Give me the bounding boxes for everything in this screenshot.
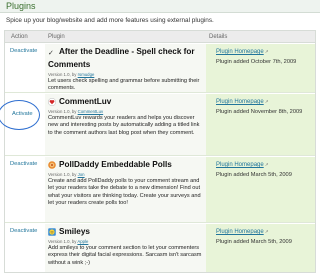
details-cell: Plugin Homepage↗ Plugin added March 5th,… [206, 157, 315, 222]
column-header-details: Details [209, 34, 228, 40]
plugin-row-smileys: Deactivate Smileys Version 1.0, by Apple… [5, 224, 315, 272]
plugin-homepage-link[interactable]: Plugin Homepage↗ [216, 99, 268, 105]
plugins-header-bar: Plugins [0, 0, 320, 13]
page-subtitle: Spice up your blog/website and add more … [6, 17, 214, 24]
deactivate-link[interactable]: Deactivate [10, 161, 37, 167]
plugin-homepage-link[interactable]: Plugin Homepage↗ [216, 162, 268, 168]
author-link[interactable]: rsmudge [78, 72, 95, 77]
details-cell: Plugin Homepage↗ Plugin added November 8… [206, 94, 315, 155]
external-link-icon: ↗ [264, 49, 269, 54]
plugin-version: Version 1.0, by rsmudge [48, 72, 95, 77]
plugin-version: Version 1.0, by Apple [48, 239, 89, 244]
plugin-row-after-the-deadline: Deactivate ✓ After the Deadline - Spell … [5, 44, 315, 93]
plugin-added-date: Plugin added November 8th, 2009 [216, 109, 303, 115]
plugin-description: Add smileys to your comment section to l… [48, 245, 202, 266]
polldaddy-icon [48, 160, 56, 169]
plugin-cell: Smileys Version 1.0, by Apple Add smiley… [45, 224, 206, 272]
external-link-icon: ↗ [264, 162, 269, 167]
plugins-table: Action Plugin Details Deactivate ✓ After… [4, 30, 316, 273]
plugin-cell: CommentLuv Version 1.0, by CommentLuv Co… [45, 94, 206, 155]
plugin-name: After the Deadline - Spell check for [59, 47, 195, 56]
plugin-homepage-link[interactable]: Plugin Homepage↗ [216, 229, 268, 235]
plugin-title-line: Smileys [48, 227, 90, 236]
author-link[interactable]: CommentLuv [78, 109, 104, 114]
deactivate-link[interactable]: Deactivate [10, 48, 37, 54]
page-title: Plugins [6, 1, 36, 11]
plugin-name: PollDaddy Embeddable Polls [59, 160, 172, 169]
action-cell: Deactivate [5, 44, 45, 92]
plugin-version: Version 1.0, by CommentLuv [48, 109, 104, 114]
smiley-icon [48, 227, 56, 236]
column-header-plugin: Plugin [48, 34, 65, 40]
heart-icon [47, 97, 57, 106]
plugin-added-date: Plugin added March 5th, 2009 [216, 239, 292, 245]
plugin-description: Let users check spelling and grammar bef… [48, 78, 200, 92]
column-header-action: Action [11, 34, 28, 40]
plugin-title-line: ✓ After the Deadline - Spell check for [48, 47, 195, 57]
spell-check-icon: ✓ [48, 48, 56, 57]
author-link[interactable]: Jon [78, 172, 85, 177]
plugin-name-continued: Comments [48, 60, 91, 69]
plugin-name: Smileys [59, 227, 90, 236]
plugin-homepage-link[interactable]: Plugin Homepage↗ [216, 49, 268, 55]
plugin-title-line: CommentLuv [47, 97, 112, 106]
plugin-version: Version 1.0, by Jon [48, 172, 85, 177]
plugin-row-polldaddy: Deactivate PollDaddy Embeddable Polls Ve… [5, 157, 315, 223]
svg-text:✓: ✓ [48, 49, 54, 56]
details-cell: Plugin Homepage↗ Plugin added March 5th,… [206, 224, 315, 272]
plugin-description: CommentLuv rewards your readers and help… [48, 115, 200, 136]
details-cell: Plugin Homepage↗ Plugin added October 7t… [206, 44, 315, 92]
plugin-row-commentluv: Activate CommentLuv Version 1.0, by Comm… [5, 94, 315, 156]
plugin-name: CommentLuv [59, 97, 112, 106]
plugin-added-date: Plugin added October 7th, 2009 [216, 59, 297, 65]
plugin-cell: ✓ After the Deadline - Spell check for C… [45, 44, 206, 92]
action-cell: Deactivate [5, 157, 45, 222]
plugin-title-line: PollDaddy Embeddable Polls [48, 160, 172, 169]
deactivate-link[interactable]: Deactivate [10, 228, 37, 234]
plugin-description: Create and add PollDaddy polls to your c… [48, 178, 201, 206]
author-link[interactable]: Apple [77, 239, 88, 244]
plugin-cell: PollDaddy Embeddable Polls Version 1.0, … [45, 157, 206, 222]
action-cell: Deactivate [5, 224, 45, 272]
external-link-icon: ↗ [264, 229, 269, 234]
table-header: Action Plugin Details [5, 31, 315, 43]
external-link-icon: ↗ [264, 99, 269, 104]
plugin-added-date: Plugin added March 5th, 2009 [216, 172, 292, 178]
